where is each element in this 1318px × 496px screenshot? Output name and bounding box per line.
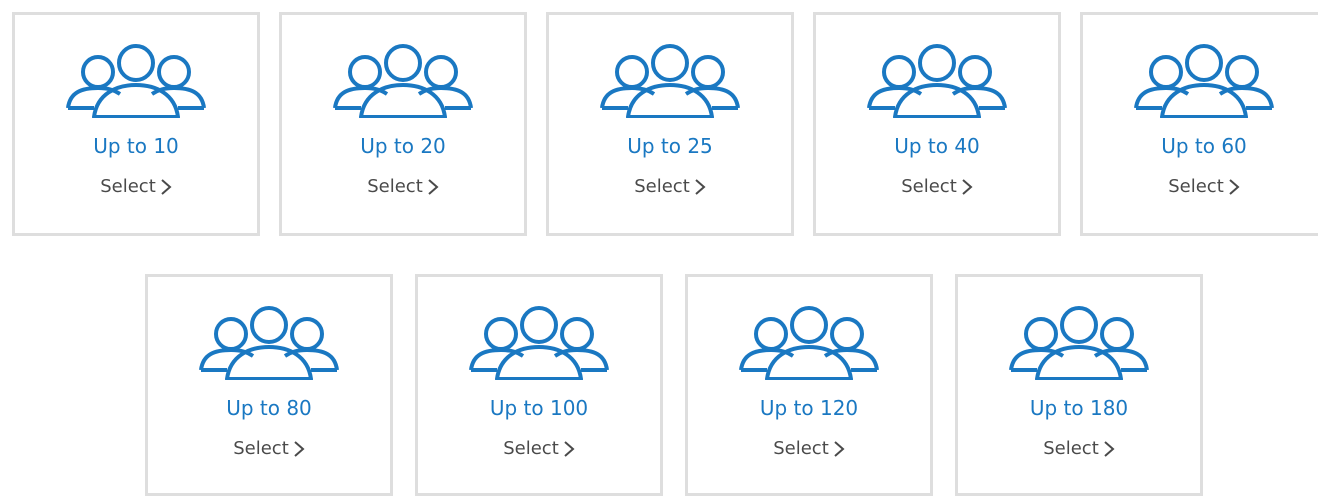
select-link[interactable]: Select bbox=[503, 436, 575, 462]
select-link-text: Select bbox=[233, 438, 289, 459]
group-size-card-20[interactable]: Up to 20 Select bbox=[279, 12, 527, 236]
select-link[interactable]: Select bbox=[233, 436, 305, 462]
group-size-row-2: Up to 80 Select Up to 100 Select Up to 1… bbox=[145, 274, 1203, 496]
group-size-card-60[interactable]: Up to 60 Select bbox=[1080, 12, 1318, 236]
group-size-card-25[interactable]: Up to 25 Select bbox=[546, 12, 794, 236]
users-group-icon bbox=[737, 304, 881, 380]
users-group-icon bbox=[467, 304, 611, 380]
users-group-icon bbox=[865, 42, 1009, 118]
select-link-text: Select bbox=[100, 176, 156, 197]
group-size-label: Up to 20 bbox=[360, 134, 446, 158]
select-link[interactable]: Select bbox=[634, 174, 706, 200]
group-size-label: Up to 60 bbox=[1161, 134, 1247, 158]
group-size-card-80[interactable]: Up to 80 Select bbox=[145, 274, 393, 496]
select-link[interactable]: Select bbox=[773, 436, 845, 462]
users-group-icon bbox=[331, 42, 475, 118]
group-size-label: Up to 80 bbox=[226, 396, 312, 420]
group-size-label: Up to 120 bbox=[759, 396, 859, 420]
users-group-icon bbox=[1132, 42, 1276, 118]
select-link-text: Select bbox=[901, 176, 957, 197]
select-link-text: Select bbox=[1043, 438, 1099, 459]
select-link[interactable]: Select bbox=[901, 174, 973, 200]
chevron-right-icon bbox=[160, 178, 172, 196]
select-link[interactable]: Select bbox=[367, 174, 439, 200]
select-link-text: Select bbox=[1168, 176, 1224, 197]
group-size-label: Up to 100 bbox=[489, 396, 589, 420]
group-size-card-40[interactable]: Up to 40 Select bbox=[813, 12, 1061, 236]
select-link-text: Select bbox=[634, 176, 690, 197]
group-size-card-120[interactable]: Up to 120 Select bbox=[685, 274, 933, 496]
chevron-right-icon bbox=[1103, 440, 1115, 458]
group-size-label: Up to 180 bbox=[1029, 396, 1129, 420]
chevron-right-icon bbox=[961, 178, 973, 196]
users-group-icon bbox=[598, 42, 742, 118]
chevron-right-icon bbox=[694, 178, 706, 196]
chevron-right-icon bbox=[833, 440, 845, 458]
select-link-text: Select bbox=[503, 438, 559, 459]
group-size-label: Up to 40 bbox=[894, 134, 980, 158]
select-link[interactable]: Select bbox=[1168, 174, 1240, 200]
chevron-right-icon bbox=[427, 178, 439, 196]
users-group-icon bbox=[197, 304, 341, 380]
select-link-text: Select bbox=[773, 438, 829, 459]
select-link-text: Select bbox=[367, 176, 423, 197]
chevron-right-icon bbox=[563, 440, 575, 458]
users-group-icon bbox=[64, 42, 208, 118]
chevron-right-icon bbox=[293, 440, 305, 458]
select-link[interactable]: Select bbox=[1043, 436, 1115, 462]
group-size-card-100[interactable]: Up to 100 Select bbox=[415, 274, 663, 496]
select-link[interactable]: Select bbox=[100, 174, 172, 200]
group-size-label: Up to 25 bbox=[627, 134, 713, 158]
group-size-card-180[interactable]: Up to 180 Select bbox=[955, 274, 1203, 496]
group-size-row-1: Up to 10 Select Up to 20 Select Up to 25… bbox=[12, 12, 1318, 236]
users-group-icon bbox=[1007, 304, 1151, 380]
group-size-card-10[interactable]: Up to 10 Select bbox=[12, 12, 260, 236]
group-size-label: Up to 10 bbox=[93, 134, 179, 158]
chevron-right-icon bbox=[1228, 178, 1240, 196]
